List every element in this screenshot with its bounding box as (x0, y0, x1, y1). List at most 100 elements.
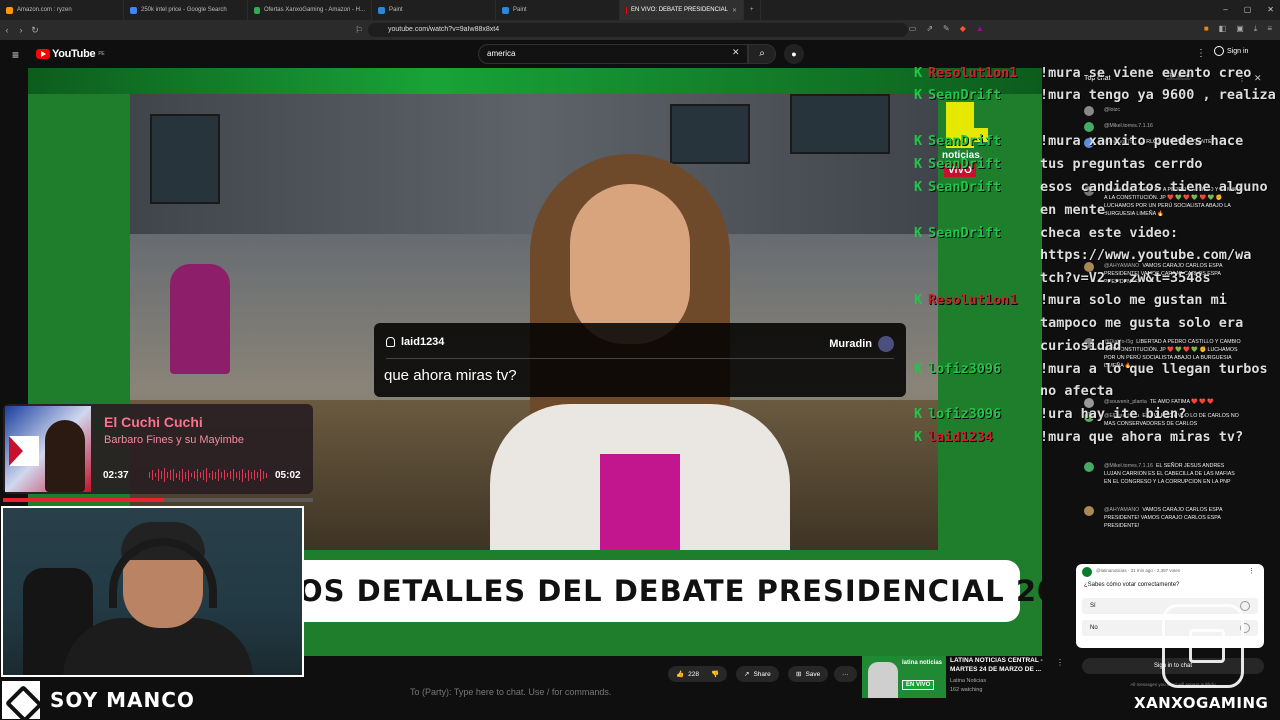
waveform-bar (248, 469, 249, 481)
platform-k-icon: K (914, 179, 923, 195)
screen-cast-icon[interactable]: ▭ (909, 24, 917, 34)
youtube-play-icon (36, 49, 50, 59)
sidebar-icon[interactable]: ◧ (1219, 24, 1227, 34)
edit-icon[interactable]: ✎ (943, 24, 950, 34)
browser-tab[interactable]: Paint (496, 0, 620, 20)
now-playing-widget: El Cuchi Cuchi Barbaro Fines y su Mayimb… (3, 404, 313, 494)
search-icon: ⌕ (759, 48, 765, 59)
song-progress-bar (3, 498, 313, 502)
bookmark-icon[interactable]: ⚐ (352, 25, 366, 36)
related-video-more-icon[interactable]: ⋮ (1056, 658, 1064, 667)
share-icon: ↗ (744, 671, 750, 678)
waveform-bar (236, 472, 237, 478)
lower-third-banner: OS DETALLES DEL DEBATE PRESIDENCIAL 2026 (288, 560, 1042, 622)
bubble-username: laid1234 (401, 336, 445, 348)
waveform-bar (173, 469, 174, 481)
chat-author[interactable]: @AHYAMANO (1104, 507, 1139, 513)
lower-third-text: OS DETALLES DEL DEBATE PRESIDENCIAL 2026 (298, 574, 1042, 608)
tab-favicon-icon (626, 6, 628, 14)
waveform-bar (230, 471, 231, 479)
save-icon: ⊞ (796, 671, 802, 678)
related-video-title[interactable]: LATINA NOTICIAS CENTRAL - MARTES 24 DE M… (950, 656, 1056, 674)
chat-author-avatar[interactable] (1084, 462, 1094, 472)
new-tab-button[interactable]: + (744, 0, 761, 20)
presenter-face (570, 184, 690, 344)
waveform-bar (182, 468, 183, 482)
waveform-bar (176, 472, 177, 478)
waveform-bar (233, 469, 234, 481)
overlay-chat-text: checa este video: (1040, 225, 1179, 241)
close-tab-icon[interactable]: ✕ (732, 7, 737, 14)
browser-tab[interactable]: EN VIVO: DEBATE PRESIDENCIAL ✕ (620, 0, 744, 20)
brave-shield-icon[interactable]: ◆ (960, 24, 966, 34)
album-art (5, 406, 91, 492)
share-label: Share (753, 670, 771, 678)
share-page-icon[interactable]: ⇗ (926, 24, 933, 34)
sign-in-label: Sign in (1227, 47, 1249, 55)
poll-more-icon[interactable]: ⋮ (1248, 567, 1255, 575)
target-avatar (878, 336, 894, 352)
clear-search-icon[interactable]: ✕ (732, 47, 740, 58)
back-icon[interactable]: ‹ (0, 25, 14, 35)
save-button[interactable]: ⊞ Save (788, 666, 829, 682)
waveform-bar (188, 469, 189, 481)
screen: Amazon.com : ryzen 250k intel price - Goo… (0, 0, 1280, 720)
platform-k-icon: K (914, 406, 923, 422)
poll-option-label: No (1090, 625, 1098, 631)
url-field[interactable]: youtube.com/watch?v=9aIw88x8xt4 (368, 23, 908, 37)
browser-tab[interactable]: Paint (372, 0, 496, 20)
toolbar-extensions: ▭ ⇗ ✎ ◆ ▲ ■ ◧ ▣ ⤓ ≡ (909, 24, 1272, 34)
search-button[interactable]: ⌕ (748, 44, 776, 64)
waveform-bar (152, 470, 153, 480)
chat-close-icon[interactable]: ✕ (1254, 73, 1262, 84)
related-video-channel[interactable]: Latina Noticias (950, 678, 986, 684)
hamburger-menu-icon[interactable]: ≡ (12, 48, 19, 62)
bubble-target: Muradin (829, 336, 894, 352)
waveform-bar (191, 473, 192, 477)
related-video-thumbnail[interactable]: latina noticias EN VIVO (862, 656, 946, 698)
chat-author[interactable]: @Mikel.torres.7.1.16 (1104, 463, 1153, 469)
tab-favicon-icon (502, 6, 509, 14)
menu-icon[interactable]: ≡ (1267, 24, 1272, 34)
close-window-icon[interactable]: ✕ (1267, 5, 1274, 14)
wallet-icon[interactable]: ▣ (1236, 24, 1244, 34)
thumbs-down-icon[interactable]: 👎 (711, 670, 719, 678)
more-actions-button[interactable]: ··· (834, 666, 857, 682)
reload-icon[interactable]: ↻ (28, 25, 42, 36)
forward-icon[interactable]: › (14, 25, 28, 35)
waveform-bar (263, 471, 264, 479)
overlay-chat-row: Klofiz3096 !ura hay ite bien? (914, 403, 1186, 426)
audio-waveform (149, 468, 267, 482)
minimize-icon[interactable]: – (1223, 5, 1227, 14)
rewards-icon[interactable]: ▲ (976, 24, 984, 34)
overlay-chat-username: SeanDrift (928, 225, 1002, 241)
browser-tab[interactable]: 250k intel price - Google Search (124, 0, 248, 20)
chat-author-avatar[interactable] (1084, 506, 1094, 516)
youtube-logo[interactable]: YouTube PE (36, 48, 105, 60)
overlay-chat-wrapped-text: tampoco me gusta solo era (1040, 315, 1244, 331)
overlay-chat-username: lofiz3096 (928, 406, 1002, 422)
platform-k-icon: K (914, 65, 923, 81)
extension-icon[interactable]: ■ (1204, 24, 1209, 34)
sign-in-button[interactable]: Sign in (1214, 46, 1248, 56)
like-button[interactable]: 👍 228 👎 (668, 666, 728, 682)
overlay-chat-text: !ura hay ite bien? (1040, 406, 1187, 422)
search-input[interactable]: america (478, 44, 748, 64)
browser-tab[interactable]: Amazon.com : ryzen (0, 0, 124, 20)
poll-option-label: Sí (1090, 603, 1096, 609)
overlay-chat-text: !mura solo me gustan mi (1040, 292, 1227, 308)
browser-tab[interactable]: Ofertas XanxoGaming - Amazon - H... (248, 0, 372, 20)
platform-k-icon: K (914, 133, 923, 149)
overlay-chat-text: !mura a lo que llegan turbos (1040, 361, 1268, 377)
album-figure (45, 420, 85, 492)
overlay-chat-row: K SeanDrift !mura xanxito puedes hace (914, 130, 1243, 153)
maximize-icon[interactable]: ▢ (1244, 5, 1252, 14)
window-controls: – ▢ ✕ (1223, 5, 1274, 14)
settings-more-icon[interactable]: ⋮ (1196, 48, 1206, 59)
thumbnail-live-badge: EN VIVO (902, 680, 935, 690)
share-button[interactable]: ↗ Share (736, 666, 779, 682)
voice-search-button[interactable]: ● (784, 44, 804, 64)
game-chat-input[interactable]: To (Party): Type here to chat. Use / for… (410, 687, 611, 697)
more-actions-label: ··· (842, 670, 849, 678)
download-icon[interactable]: ⤓ (1254, 24, 1258, 34)
